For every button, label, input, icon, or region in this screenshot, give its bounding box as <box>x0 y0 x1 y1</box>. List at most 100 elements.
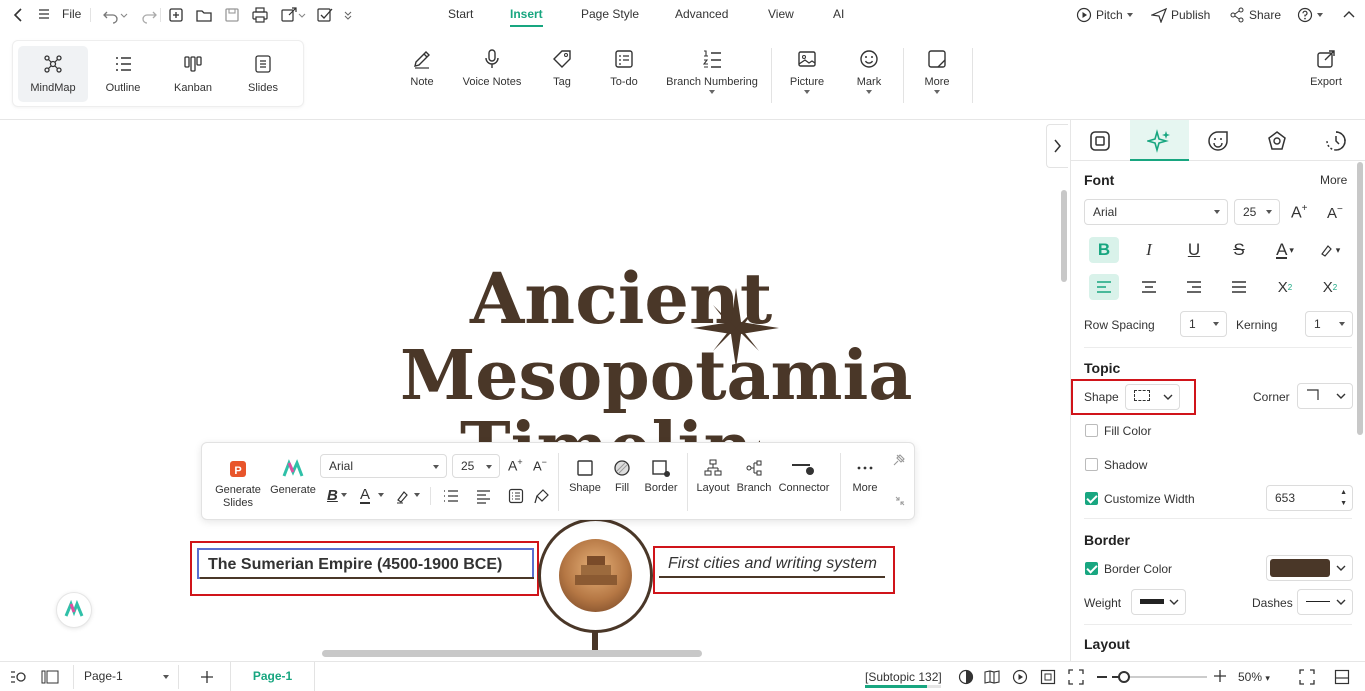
tab-advanced[interactable]: Advanced <box>675 7 728 21</box>
tab-start[interactable]: Start <box>448 7 473 21</box>
theme-icon[interactable] <box>1266 130 1288 152</box>
share-button[interactable]: Share <box>1229 7 1281 23</box>
font-more-link[interactable]: More <box>1320 173 1347 187</box>
book-view-icon[interactable] <box>984 669 1000 685</box>
vertical-scrollbar[interactable] <box>1061 190 1067 282</box>
shadow-checkbox[interactable] <box>1085 458 1098 471</box>
tab-insert[interactable]: Insert <box>510 7 543 21</box>
decrease-font-icon[interactable]: A− <box>533 457 547 473</box>
highlighter-icon[interactable] <box>395 488 411 504</box>
text-color-icon[interactable]: A <box>360 487 371 504</box>
quick-access-more-icon[interactable] <box>342 6 354 24</box>
font-size-select[interactable]: 25 <box>452 454 500 478</box>
more-button[interactable]: More <box>918 48 956 94</box>
zoom-level-select[interactable]: 50% ▾ <box>1238 670 1270 684</box>
save-icon[interactable] <box>223 6 241 24</box>
back-icon[interactable] <box>10 6 28 24</box>
panel-layout-icon[interactable] <box>1334 669 1350 685</box>
strikethrough-toggle[interactable]: S <box>1224 237 1254 263</box>
panel-decrease-font-icon[interactable]: A− <box>1327 204 1343 222</box>
corner-select[interactable] <box>1297 383 1353 409</box>
weight-select[interactable] <box>1131 589 1186 615</box>
horizontal-scrollbar[interactable] <box>322 650 702 657</box>
zoom-out-icon[interactable] <box>1097 676 1107 678</box>
fullscreen-icon[interactable] <box>1299 669 1315 685</box>
fit-page-icon[interactable] <box>1040 669 1056 685</box>
open-folder-icon[interactable] <box>195 6 213 24</box>
text-box-icon[interactable] <box>508 488 524 504</box>
customize-width-checkbox[interactable] <box>1085 492 1098 505</box>
chevron-down-icon[interactable] <box>341 493 347 497</box>
redo-icon[interactable] <box>140 6 158 24</box>
export-share-icon[interactable] <box>280 6 298 24</box>
kerning-select[interactable]: 1 <box>1305 311 1353 337</box>
fill-color-checkbox[interactable] <box>1085 424 1098 437</box>
chevron-down-icon[interactable] <box>414 493 420 497</box>
export-button[interactable]: Export <box>1304 48 1348 88</box>
topic-node-sumerian[interactable]: The Sumerian Empire (4500-1900 BCE) <box>197 548 534 579</box>
task-check-icon[interactable] <box>316 6 334 24</box>
pitch-button[interactable]: Pitch <box>1076 7 1133 23</box>
mark-button[interactable]: Mark <box>850 48 888 94</box>
chevron-down-icon[interactable] <box>378 493 384 497</box>
page-list-icon[interactable] <box>10 669 28 685</box>
align-right-toggle[interactable] <box>1179 274 1209 300</box>
panel-font-size-select[interactable]: 25 <box>1234 199 1280 225</box>
print-icon[interactable] <box>251 6 269 24</box>
collapse-toolbar-icon[interactable] <box>894 495 906 507</box>
subtopic-node-first-cities[interactable]: First cities and writing system <box>668 555 877 573</box>
voice-notes-button[interactable]: Voice Notes <box>458 48 526 88</box>
panel-text-color-button[interactable]: A ▾ <box>1270 237 1300 263</box>
justify-toggle[interactable] <box>1224 274 1254 300</box>
new-file-icon[interactable] <box>167 6 185 24</box>
add-page-icon[interactable] <box>199 669 215 685</box>
increase-font-icon[interactable]: A+ <box>508 457 523 474</box>
border-button[interactable]: Border <box>641 459 681 494</box>
panel-font-family-select[interactable]: Arial <box>1084 199 1228 225</box>
slideshow-play-icon[interactable] <box>1012 669 1028 685</box>
view-kanban-button[interactable]: Kanban <box>158 46 228 102</box>
ai-style-tab[interactable] <box>1130 120 1189 161</box>
align-left-toggle[interactable] <box>1089 274 1119 300</box>
underline-toggle[interactable]: U <box>1179 237 1209 263</box>
toolbar-more-button[interactable]: More <box>847 459 883 494</box>
view-slides-button[interactable]: Slides <box>228 46 298 102</box>
picture-button[interactable]: Picture <box>786 48 828 94</box>
row-spacing-select[interactable]: 1 <box>1180 311 1227 337</box>
customize-width-input[interactable]: 653 ▲ ▼ <box>1266 485 1353 511</box>
note-button[interactable]: Note <box>401 48 443 88</box>
bold-format-icon[interactable]: B <box>327 487 338 504</box>
layout-button[interactable]: Layout <box>693 459 733 494</box>
numbered-list-icon[interactable] <box>442 488 460 504</box>
connector-button[interactable]: Connector <box>776 459 832 494</box>
branch-numbering-button[interactable]: Branch Numbering <box>662 48 762 94</box>
panel-scrollbar[interactable] <box>1357 162 1363 435</box>
bold-toggle[interactable]: B <box>1089 237 1119 263</box>
help-button[interactable] <box>1297 7 1323 23</box>
page-select[interactable]: Page-1 <box>73 665 179 689</box>
history-clock-icon[interactable] <box>1325 130 1347 152</box>
dashes-select[interactable] <box>1297 589 1353 615</box>
generate-slides-button[interactable]: P Generate Slides <box>212 459 264 510</box>
undo-dropdown-icon[interactable] <box>120 6 128 24</box>
page-thumbnail-icon[interactable] <box>41 669 59 685</box>
view-outline-button[interactable]: Outline <box>88 46 158 102</box>
border-color-select[interactable] <box>1266 555 1353 581</box>
zoom-slider-handle[interactable] <box>1118 671 1130 683</box>
view-mindmap-button[interactable]: MindMap <box>18 46 88 102</box>
border-color-checkbox[interactable] <box>1085 562 1098 575</box>
zoom-slider[interactable] <box>1112 671 1207 683</box>
subscript-toggle[interactable]: X2 <box>1315 274 1345 300</box>
export-dropdown-icon[interactable] <box>298 6 306 24</box>
theme-toggle-icon[interactable] <box>958 669 974 685</box>
ai-assistant-button[interactable] <box>56 592 92 628</box>
title-line-2[interactable]: Mesopotamia <box>400 340 912 412</box>
format-painter-icon[interactable] <box>534 488 550 504</box>
pin-icon[interactable] <box>892 453 906 467</box>
page-format-icon[interactable] <box>1089 130 1111 152</box>
fill-button[interactable]: Fill <box>606 459 638 494</box>
superscript-toggle[interactable]: X2 <box>1270 274 1300 300</box>
tab-ai[interactable]: AI <box>833 7 844 21</box>
toggle-panel-button[interactable] <box>1046 124 1068 168</box>
panel-highlight-button[interactable]: ▾ <box>1315 237 1345 263</box>
